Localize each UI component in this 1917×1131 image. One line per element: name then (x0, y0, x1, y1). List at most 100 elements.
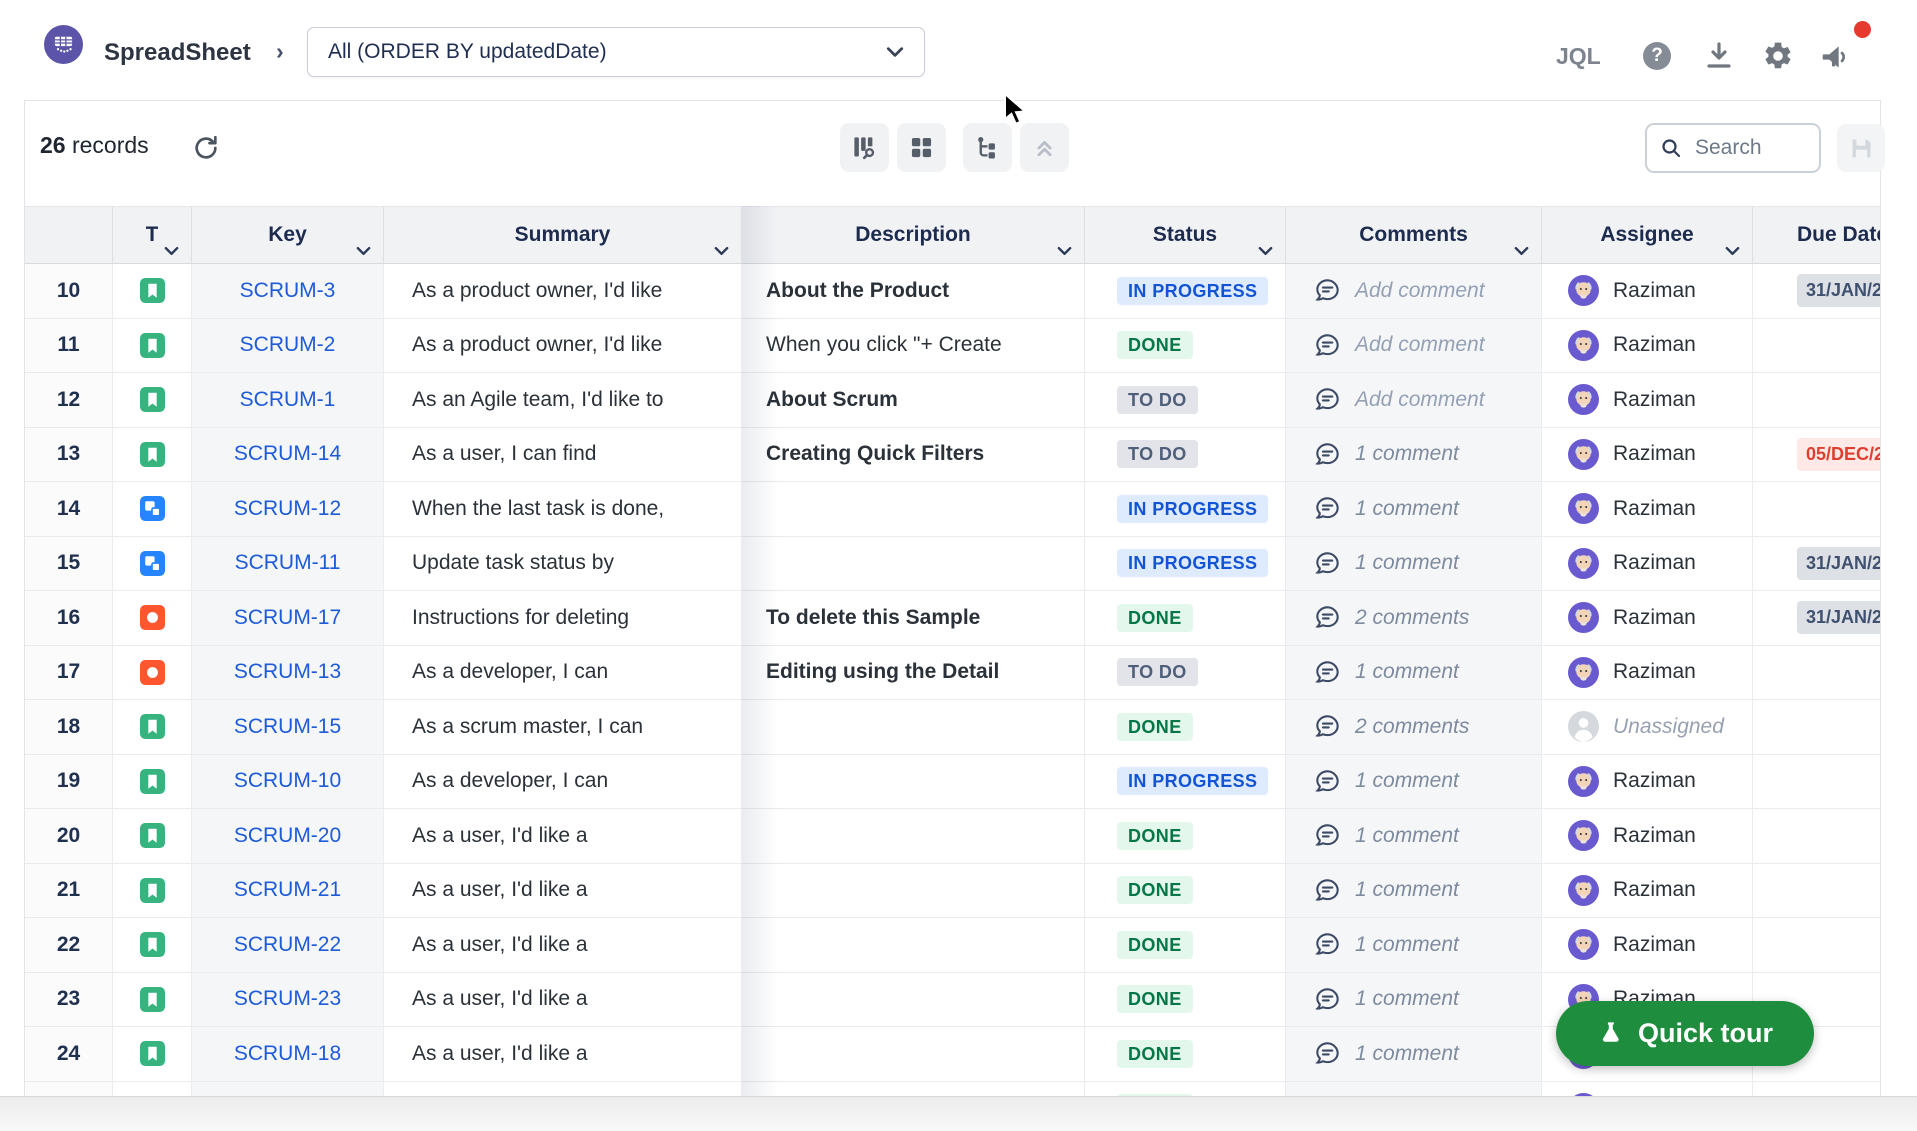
quick-tour-button[interactable]: Quick tour (1556, 1001, 1814, 1066)
row-number-cell[interactable]: 13 (25, 428, 113, 482)
row-number-cell[interactable]: 16 (25, 591, 113, 645)
issue-key-link[interactable]: SCRUM-11 (235, 551, 341, 575)
status-badge[interactable]: IN PROGRESS (1117, 277, 1268, 305)
description-cell[interactable]: Editing using the Detail (742, 646, 1085, 700)
status-cell[interactable]: DONE (1085, 1027, 1286, 1081)
comments-cell[interactable]: 1 comment (1286, 482, 1542, 536)
comments-cell[interactable]: 1 comment (1286, 646, 1542, 700)
comments-cell[interactable]: 1 comment (1286, 1082, 1542, 1098)
key-cell[interactable]: SCRUM-17 (192, 591, 384, 645)
issue-key-link[interactable]: SCRUM-21 (234, 878, 341, 902)
issue-key-link[interactable]: SCRUM-14 (234, 442, 341, 466)
status-badge[interactable]: DONE (1117, 985, 1193, 1013)
key-cell[interactable]: SCRUM-11 (192, 537, 384, 591)
status-badge[interactable]: TO DO (1117, 658, 1198, 686)
row-number-cell[interactable]: 20 (25, 809, 113, 863)
assignee-cell[interactable]: Raziman (1542, 755, 1753, 809)
row-number-cell[interactable]: 10 (25, 264, 113, 318)
key-cell[interactable]: SCRUM-3 (192, 264, 384, 318)
summary-cell[interactable]: As a product owner, I'd like (384, 319, 742, 373)
issue-key-link[interactable]: SCRUM-18 (234, 1042, 341, 1066)
type-cell[interactable] (113, 973, 192, 1027)
status-cell[interactable]: IN PROGRESS (1085, 264, 1286, 318)
column-header-summary[interactable]: Summary (384, 207, 742, 263)
status-badge[interactable]: IN PROGRESS (1117, 767, 1268, 795)
type-cell[interactable] (113, 755, 192, 809)
status-cell[interactable]: IN PROGRESS (1085, 482, 1286, 536)
row-number-cell[interactable]: 18 (25, 700, 113, 754)
key-cell[interactable]: SCRUM-12 (192, 482, 384, 536)
issue-key-link[interactable]: SCRUM-2 (240, 333, 336, 357)
assignee-cell[interactable]: Raziman (1542, 428, 1753, 482)
summary-cell[interactable]: As a user, I'd like a (384, 1082, 742, 1098)
assignee-cell[interactable]: Raziman (1542, 373, 1753, 427)
comments-cell[interactable]: 1 comment (1286, 973, 1542, 1027)
type-cell[interactable] (113, 700, 192, 754)
saved-filter-dropdown[interactable]: All (ORDER BY updatedDate) (307, 27, 925, 77)
summary-cell[interactable]: Instructions for deleting (384, 591, 742, 645)
due-date-cell[interactable] (1753, 864, 1880, 918)
due-date-cell[interactable] (1753, 809, 1880, 863)
key-cell[interactable]: SCRUM-10 (192, 755, 384, 809)
assignee-cell[interactable]: Raziman (1542, 809, 1753, 863)
settings-gear-icon[interactable] (1762, 40, 1794, 72)
summary-cell[interactable]: As a user, I'd like a (384, 864, 742, 918)
status-cell[interactable]: DONE (1085, 809, 1286, 863)
summary-cell[interactable]: As a user, I'd like a (384, 1027, 742, 1081)
summary-cell[interactable]: As an Agile team, I'd like to (384, 373, 742, 427)
assignee-cell[interactable]: Raziman (1542, 591, 1753, 645)
row-number-cell[interactable]: 21 (25, 864, 113, 918)
type-cell[interactable] (113, 918, 192, 972)
assignee-cell[interactable]: Raziman (1542, 482, 1753, 536)
row-number-cell[interactable]: 15 (25, 537, 113, 591)
assignee-cell[interactable]: Raziman (1542, 537, 1753, 591)
status-badge[interactable]: DONE (1117, 822, 1193, 850)
key-cell[interactable]: SCRUM-21 (192, 864, 384, 918)
status-cell[interactable]: DONE (1085, 918, 1286, 972)
type-cell[interactable] (113, 537, 192, 591)
megaphone-announcements-icon[interactable] (1820, 41, 1852, 73)
key-cell[interactable]: SCRUM-2 (192, 319, 384, 373)
status-cell[interactable]: TO DO (1085, 373, 1286, 427)
download-icon[interactable] (1703, 40, 1735, 72)
issue-key-link[interactable]: SCRUM-20 (234, 824, 341, 848)
comments-cell[interactable]: Add comment (1286, 319, 1542, 373)
comments-cell[interactable]: 1 comment (1286, 1027, 1542, 1081)
status-cell[interactable]: IN PROGRESS (1085, 755, 1286, 809)
column-header-status[interactable]: Status (1085, 207, 1286, 263)
summary-cell[interactable]: As a user, I'd like a (384, 809, 742, 863)
status-cell[interactable]: IN PROGRESS (1085, 537, 1286, 591)
summary-cell[interactable]: As a user, I'd like a (384, 973, 742, 1027)
card-view-button[interactable] (897, 123, 946, 172)
summary-cell[interactable]: Update task status by (384, 537, 742, 591)
assignee-cell[interactable]: Raziman (1542, 864, 1753, 918)
description-cell[interactable] (742, 973, 1085, 1027)
column-header-key[interactable]: Key (192, 207, 384, 263)
type-cell[interactable] (113, 1027, 192, 1081)
status-cell[interactable]: DONE (1085, 864, 1286, 918)
refresh-icon[interactable] (192, 134, 220, 162)
status-badge[interactable]: DONE (1117, 876, 1193, 904)
row-number-cell[interactable]: 17 (25, 646, 113, 700)
description-cell[interactable]: About the Product (742, 264, 1085, 318)
help-icon[interactable]: ? (1643, 42, 1671, 70)
due-date-cell[interactable]: 31/JAN/24 (1753, 591, 1880, 645)
status-cell[interactable]: DONE (1085, 319, 1286, 373)
assignee-cell[interactable]: Raziman (1542, 646, 1753, 700)
summary-cell[interactable]: As a user, I'd like a (384, 918, 742, 972)
comments-cell[interactable]: 1 comment (1286, 809, 1542, 863)
assignee-cell[interactable]: Raziman (1542, 264, 1753, 318)
issue-key-link[interactable]: SCRUM-17 (234, 606, 341, 630)
due-date-cell[interactable]: 31/JAN/24 (1753, 537, 1880, 591)
key-cell[interactable]: SCRUM-18 (192, 1027, 384, 1081)
jql-button[interactable]: JQL (1556, 43, 1601, 70)
summary-cell[interactable]: When the last task is done, (384, 482, 742, 536)
status-cell[interactable]: TO DO (1085, 428, 1286, 482)
summary-cell[interactable]: As a product owner, I'd like (384, 264, 742, 318)
column-header-assignee[interactable]: Assignee (1542, 207, 1753, 263)
search-input[interactable] (1693, 135, 1805, 161)
column-header-description[interactable]: Description (742, 207, 1085, 263)
description-cell[interactable] (742, 700, 1085, 754)
key-cell[interactable]: SCRUM-14 (192, 428, 384, 482)
status-cell[interactable]: TO DO (1085, 646, 1286, 700)
